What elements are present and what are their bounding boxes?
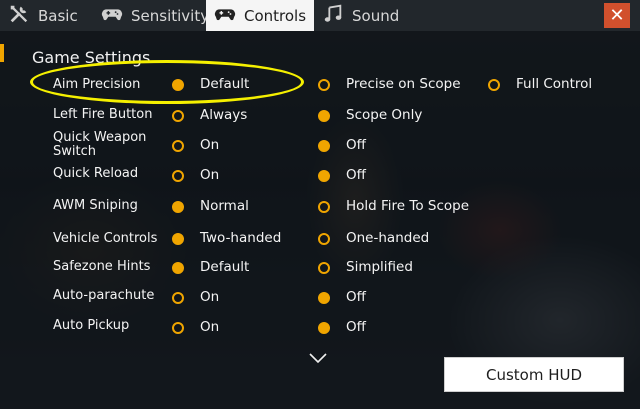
radio-aim-precise-on-scope[interactable] <box>318 79 330 91</box>
setting-label: Auto-parachute <box>53 288 155 303</box>
option-label: Hold Fire To Scope <box>346 198 470 214</box>
option-label: Scope Only <box>346 107 423 123</box>
radio-pickup-on[interactable] <box>172 322 184 334</box>
setting-awm-sniping: AWM Sniping Normal Hold Fire To Scope <box>0 198 640 226</box>
radio-safezone-default[interactable] <box>172 262 184 274</box>
setting-quick-weapon-switch: Quick Weapon Switch On Off <box>0 131 640 159</box>
setting-auto-parachute: Auto-parachute On Off <box>0 289 640 317</box>
radio-vehicle-one-handed[interactable] <box>318 233 330 245</box>
option-label: One-handed <box>346 230 430 246</box>
setting-label: Left Fire Button <box>53 107 153 122</box>
setting-safezone-hints: Safezone Hints Default Simplified <box>0 259 640 287</box>
setting-label: AWM Sniping <box>53 198 138 213</box>
option-label: Off <box>346 319 366 335</box>
option-label: Off <box>346 289 366 305</box>
option-label: On <box>200 167 220 183</box>
radio-left-fire-scope-only[interactable] <box>318 110 330 122</box>
radio-awm-hold-fire[interactable] <box>318 201 330 213</box>
radio-parachute-off[interactable] <box>318 292 330 304</box>
radio-quick-switch-on[interactable] <box>172 140 184 152</box>
setting-label: Quick Weapon Switch <box>53 130 147 159</box>
radio-quick-switch-off[interactable] <box>318 140 330 152</box>
radio-awm-normal[interactable] <box>172 201 184 213</box>
settings-list: Aim Precision Default Precise on Scope F… <box>0 0 640 409</box>
radio-aim-full-control[interactable] <box>488 79 500 91</box>
option-label: Precise on Scope <box>346 76 461 92</box>
setting-label: Vehicle Controls <box>53 231 158 246</box>
annotation-ellipse <box>30 60 304 104</box>
option-label: On <box>200 289 220 305</box>
custom-hud-button[interactable]: Custom HUD <box>444 357 624 392</box>
option-label: On <box>200 137 220 153</box>
radio-pickup-off[interactable] <box>318 322 330 334</box>
option-label: Default <box>200 259 250 275</box>
setting-label: Quick Reload <box>53 166 139 181</box>
option-label: On <box>200 319 220 335</box>
chevron-down-icon[interactable] <box>308 350 328 364</box>
option-label: Normal <box>200 198 249 214</box>
option-label: Full Control <box>516 76 593 92</box>
option-label: Off <box>346 167 366 183</box>
option-label: Simplified <box>346 259 413 275</box>
radio-parachute-on[interactable] <box>172 292 184 304</box>
setting-auto-pickup: Auto Pickup On Off <box>0 319 640 347</box>
radio-left-fire-always[interactable] <box>172 110 184 122</box>
option-label: Two-handed <box>200 230 282 246</box>
setting-quick-reload: Quick Reload On Off <box>0 167 640 195</box>
option-label: Off <box>346 137 366 153</box>
radio-vehicle-two-handed[interactable] <box>172 233 184 245</box>
radio-quick-reload-off[interactable] <box>318 170 330 182</box>
setting-vehicle-controls: Vehicle Controls Two-handed One-handed <box>0 230 640 258</box>
setting-label: Safezone Hints <box>53 259 151 274</box>
radio-safezone-simplified[interactable] <box>318 262 330 274</box>
radio-quick-reload-on[interactable] <box>172 170 184 182</box>
option-label: Always <box>200 107 248 123</box>
setting-label: Auto Pickup <box>53 318 130 333</box>
